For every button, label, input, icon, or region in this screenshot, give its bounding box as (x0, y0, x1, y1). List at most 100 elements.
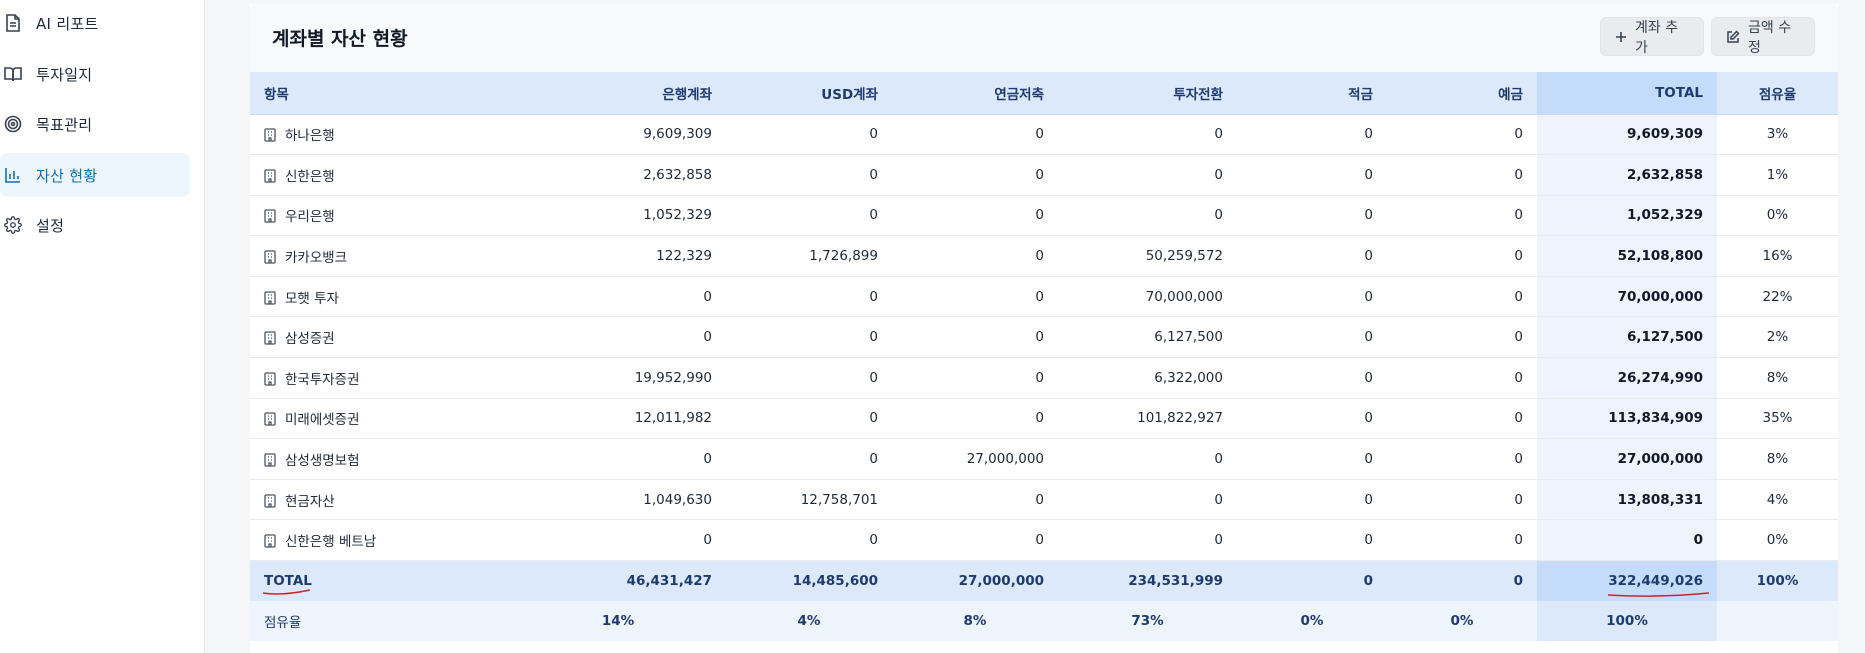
cell-share: 35% (1762, 410, 1793, 427)
table-body: 하나은행 9,609,309 0 0 0 0 0 9,609,309 3% 신한은행 2,632,8… (250, 114, 1838, 641)
column-header-share: 점유율 (1717, 72, 1838, 115)
table-row: 모햇 투자 0 0 0 70,000,000 0 0 70,000,000 22% (250, 276, 1838, 317)
account-name: 모햇 투자 (285, 290, 339, 307)
sidebar-item-assets[interactable]: 자산 현황 (0, 153, 190, 197)
total-row: TOTAL 46,431,427 14,485,600 27,000,000 2… (250, 560, 1838, 601)
book-icon (4, 65, 22, 83)
cell-saving: 0 (1364, 126, 1373, 143)
cell-usd: 0 (869, 207, 878, 224)
cell-bank: 1,049,630 (643, 491, 712, 508)
sidebar-item-ai-report[interactable]: AI 리포트 (0, 1, 190, 45)
sidebar-item-label: 목표관리 (36, 115, 93, 134)
table-row: 삼성생명보험 0 0 27,000,000 0 0 0 27,000,000 8% (250, 438, 1838, 480)
account-name: 현금자산 (285, 493, 335, 510)
cell-deposit: 0 (1514, 491, 1523, 508)
cell-pension: 0 (1035, 166, 1044, 183)
cell-investment: 0 (1214, 532, 1223, 549)
cell-total: 9,609,309 (1537, 114, 1717, 155)
add-account-button[interactable]: 계좌 추가 (1600, 17, 1704, 56)
table-row: 신한은행 2,632,858 0 0 0 0 0 2,632,858 1% (250, 154, 1838, 196)
cell-usd: 0 (869, 288, 878, 305)
sidebar-item-journal[interactable]: 투자일지 (0, 52, 190, 96)
cell-pension: 0 (1035, 207, 1044, 224)
cell-saving: 0 (1364, 491, 1373, 508)
cell-total: 70,000,000 (1537, 276, 1717, 317)
account-name-cell: 우리은행 (250, 195, 510, 236)
cell-pension: 0 (1035, 369, 1044, 386)
cell-saving: 0 (1364, 329, 1373, 346)
building-icon (264, 493, 276, 508)
total-saving: 0 (1363, 572, 1373, 589)
grand-total-value: 322,449,026 (1608, 572, 1703, 589)
share-bank: 14% (601, 612, 635, 629)
cell-bank: 122,329 (656, 248, 712, 265)
share-pension: 8% (963, 612, 987, 629)
sidebar-item-goals[interactable]: 목표관리 (0, 102, 190, 146)
cell-bank: 19,952,990 (634, 369, 712, 386)
cell-total: 1,052,329 (1537, 195, 1717, 236)
account-name-cell: 현금자산 (250, 479, 510, 520)
bar-chart-icon (4, 166, 22, 184)
cell-usd: 0 (869, 532, 878, 549)
account-name-cell: 삼성증권 (250, 317, 510, 358)
account-name: 카카오뱅크 (285, 250, 348, 267)
cell-investment: 0 (1214, 451, 1223, 468)
cell-deposit: 0 (1514, 451, 1523, 468)
building-icon (264, 169, 276, 183)
account-name: 삼성생명보험 (285, 453, 360, 470)
total-pension: 27,000,000 (958, 572, 1044, 589)
share-usd: 4% (797, 612, 821, 629)
cell-share: 8% (1766, 451, 1789, 468)
cell-total: 26,274,990 (1537, 357, 1717, 399)
cell-deposit: 0 (1514, 532, 1523, 549)
table-header: 항목 은행계좌 USD계좌 연금저축 투자전환 적금 예금 TOTAL 점유율 (250, 72, 1838, 115)
cell-pension: 0 (1035, 329, 1044, 346)
cell-share: 0% (1766, 532, 1789, 549)
cell-share: 4% (1766, 491, 1789, 508)
total-label-text: TOTAL (264, 572, 312, 589)
total-label: TOTAL (250, 561, 510, 601)
account-name-cell: 하나은행 (250, 114, 510, 155)
sidebar: AI 리포트 투자일지 목표관리 자산 현황 설정 (0, 0, 205, 653)
account-name: 한국투자증권 (285, 371, 360, 388)
cell-pension: 0 (1035, 126, 1044, 143)
account-name: 우리은행 (285, 209, 335, 226)
add-account-label: 계좌 추가 (1635, 19, 1679, 56)
edit-icon (1726, 29, 1740, 44)
cell-total: 6,127,500 (1537, 316, 1717, 358)
asset-status-card: 계좌별 자산 현황 계좌 추가 금액 수정 항목 은행계좌 USD계좌 연금저축… (250, 4, 1838, 653)
table-row: 신한은행 베트남 0 0 0 0 0 0 0 0% (250, 519, 1838, 561)
sidebar-item-settings[interactable]: 설정 (0, 203, 190, 247)
cell-saving: 0 (1364, 288, 1373, 305)
building-icon (264, 209, 276, 224)
account-name: 미래에셋증권 (285, 412, 360, 429)
edit-amount-button[interactable]: 금액 수정 (1711, 17, 1815, 56)
cell-bank: 12,011,982 (634, 410, 712, 427)
cell-deposit: 0 (1514, 166, 1523, 183)
app-root: AI 리포트 투자일지 목표관리 자산 현황 설정 계좌별 자산 현황 계좌 추… (0, 0, 1865, 653)
card-header: 계좌별 자산 현황 계좌 추가 금액 수정 (250, 4, 1838, 72)
share-saving: 0% (1300, 612, 1324, 629)
gear-icon (4, 216, 22, 234)
cell-deposit: 0 (1514, 410, 1523, 427)
share-row: 점유율 14% 4% 8% 73% 0% 0% 100% (250, 600, 1838, 641)
table-row: 하나은행 9,609,309 0 0 0 0 0 9,609,309 3% (250, 114, 1838, 155)
cell-saving: 0 (1364, 248, 1373, 265)
cell-saving: 0 (1364, 451, 1373, 468)
cell-usd: 0 (869, 369, 878, 386)
building-icon (264, 534, 276, 548)
share-total: 100% (1537, 600, 1717, 641)
building-icon (264, 412, 276, 427)
column-header-item: 항목 (250, 72, 510, 115)
cell-usd: 0 (869, 329, 878, 346)
account-name-cell: 삼성생명보험 (250, 439, 510, 480)
cell-saving: 0 (1364, 166, 1373, 183)
cell-usd: 1,726,899 (809, 248, 878, 265)
cell-investment: 0 (1214, 207, 1223, 224)
account-name-cell: 한국투자증권 (250, 358, 510, 399)
cell-usd: 12,758,701 (800, 491, 878, 508)
cell-bank: 2,632,858 (643, 166, 712, 183)
column-header-saving: 적금 (1237, 72, 1387, 115)
cell-deposit: 0 (1514, 369, 1523, 386)
building-icon (264, 372, 276, 386)
